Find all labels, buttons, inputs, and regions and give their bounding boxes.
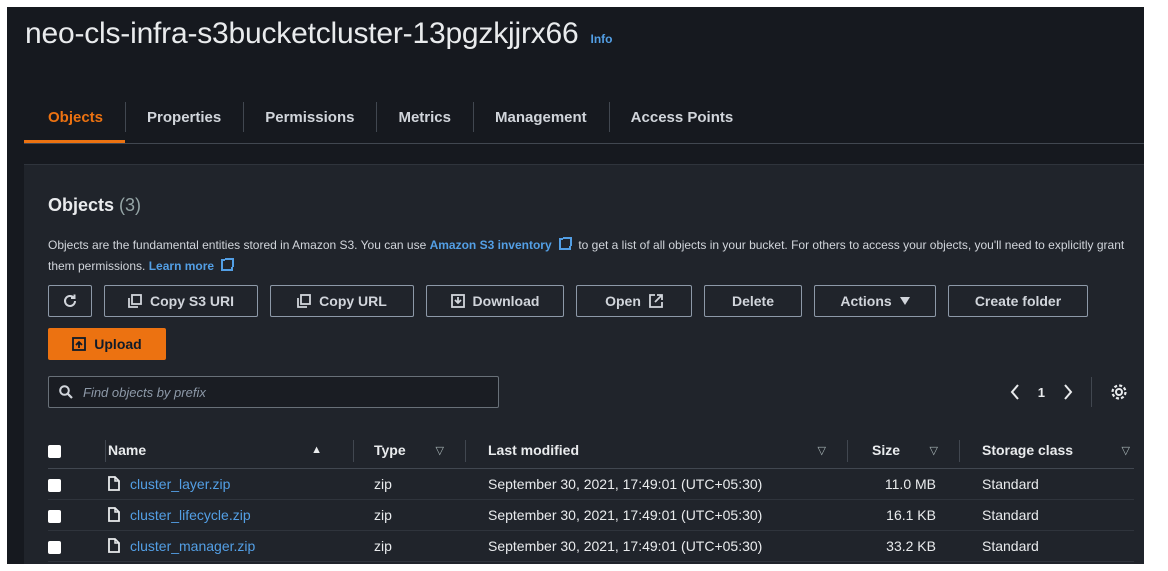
tab-objects[interactable]: Objects: [24, 91, 126, 143]
search-box: [48, 376, 499, 408]
refresh-icon: [62, 293, 78, 309]
learn-more-link[interactable]: Learn more: [149, 259, 214, 273]
type-column-header[interactable]: Type ▽: [354, 432, 466, 469]
last-modified-header-label: Last modified: [488, 442, 580, 458]
chevron-right-icon[interactable]: [1063, 384, 1073, 400]
upload-icon: [72, 337, 87, 351]
bucket-tabs: Objects Properties Permissions Metrics M…: [24, 91, 1144, 144]
object-name-link[interactable]: cluster_lifecycle.zip: [130, 507, 251, 523]
object-last-modified: September 30, 2021, 17:49:01 (UTC+05:30): [466, 530, 848, 562]
copy-icon: [297, 294, 312, 308]
object-type: zip: [354, 468, 466, 500]
tab-access-points[interactable]: Access Points: [608, 91, 756, 143]
last-modified-column-header[interactable]: Last modified ▽: [466, 432, 848, 469]
tab-management[interactable]: Management: [472, 91, 609, 143]
object-storage-class: Standard: [960, 530, 1134, 562]
objects-heading-label: Objects: [48, 195, 115, 215]
sort-icon: ▽: [817, 445, 826, 457]
storage-class-column-header[interactable]: Storage class ▽: [960, 432, 1134, 469]
open-label: Open: [605, 293, 641, 309]
copy-url-button[interactable]: Copy URL: [270, 285, 414, 317]
objects-count: (3): [119, 195, 142, 215]
gear-icon[interactable]: [1110, 383, 1128, 401]
object-type: zip: [354, 499, 466, 531]
objects-table: Name ▲ Type ▽ Last modified ▽ Size ▽ Sto…: [48, 432, 1134, 562]
actions-dropdown[interactable]: Actions: [814, 285, 936, 317]
row-checkbox[interactable]: [48, 540, 61, 554]
object-storage-class: Standard: [960, 468, 1134, 500]
objects-toolbar: Copy S3 URI Copy URL Download Open Delet…: [48, 285, 1088, 317]
tab-metrics[interactable]: Metrics: [376, 91, 473, 143]
table-row[interactable]: cluster_layer.zip zip September 30, 2021…: [48, 468, 1134, 500]
object-size: 11.0 MB: [848, 468, 960, 500]
upload-button[interactable]: Upload: [48, 328, 166, 360]
file-icon: [108, 476, 120, 491]
sort-icon: ▽: [435, 445, 444, 457]
pagination-divider: [1091, 377, 1092, 407]
table-row[interactable]: cluster_lifecycle.zip zip September 30, …: [48, 499, 1134, 531]
copy-url-label: Copy URL: [319, 293, 387, 309]
storage-class-header-label: Storage class: [982, 442, 1074, 458]
sort-icon: ▽: [929, 445, 938, 457]
s3-inventory-link[interactable]: Amazon S3 inventory: [430, 238, 552, 252]
name-column-header[interactable]: Name ▲: [106, 432, 354, 469]
row-checkbox[interactable]: [48, 478, 61, 492]
row-checkbox[interactable]: [48, 509, 61, 523]
info-link[interactable]: Info: [591, 32, 613, 46]
type-header-label: Type: [374, 442, 406, 458]
download-icon: [450, 294, 465, 308]
name-header-label: Name: [108, 442, 147, 458]
object-size: 16.1 KB: [848, 499, 960, 531]
select-all-checkbox[interactable]: [48, 444, 61, 458]
search-input[interactable]: [81, 383, 485, 401]
create-folder-label: Create folder: [974, 293, 1062, 309]
table-row[interactable]: cluster_manager.zip zip September 30, 20…: [48, 530, 1134, 562]
delete-button[interactable]: Delete: [704, 285, 802, 317]
object-name-link[interactable]: cluster_manager.zip: [130, 538, 255, 554]
page-header: neo-cls-infra-s3bucketcluster-13pgzkjjrx…: [25, 17, 613, 51]
objects-heading: Objects (3): [48, 195, 141, 216]
tab-properties[interactable]: Properties: [125, 91, 243, 143]
file-icon: [108, 507, 120, 522]
open-button[interactable]: Open: [576, 285, 692, 317]
object-storage-class: Standard: [960, 499, 1134, 531]
external-link-icon: [648, 294, 663, 308]
page-title: neo-cls-infra-s3bucketcluster-13pgzkjjrx…: [25, 17, 579, 50]
tab-permissions[interactable]: Permissions: [243, 91, 376, 143]
download-button[interactable]: Download: [426, 285, 564, 317]
object-name-link[interactable]: cluster_layer.zip: [130, 476, 230, 492]
object-type: zip: [354, 530, 466, 562]
external-link-icon: [221, 258, 235, 271]
search-icon: [59, 385, 73, 399]
sort-icon: ▽: [1121, 445, 1130, 457]
table-header-row: Name ▲ Type ▽ Last modified ▽ Size ▽ Sto…: [48, 432, 1134, 469]
upload-label: Upload: [94, 336, 142, 352]
external-link-icon: [558, 237, 572, 250]
object-last-modified: September 30, 2021, 17:49:01 (UTC+05:30): [466, 468, 848, 500]
file-icon: [108, 538, 120, 553]
pagination: 1: [1010, 377, 1128, 407]
refresh-button[interactable]: [48, 285, 92, 317]
objects-description: Objects are the fundamental entities sto…: [48, 235, 1128, 277]
select-all-header: [48, 432, 106, 469]
object-size: 33.2 KB: [848, 530, 960, 562]
object-last-modified: September 30, 2021, 17:49:01 (UTC+05:30): [466, 499, 848, 531]
delete-label: Delete: [731, 293, 775, 309]
chevron-left-icon[interactable]: [1010, 384, 1020, 400]
upload-row: Upload: [48, 328, 166, 360]
sort-ascending-icon: ▲: [311, 444, 322, 456]
caret-down-icon: [899, 297, 910, 305]
size-column-header[interactable]: Size ▽: [848, 432, 960, 469]
current-page[interactable]: 1: [1038, 385, 1045, 400]
desc-text-1: Objects are the fundamental entities sto…: [48, 238, 427, 252]
objects-panel: Objects (3) Objects are the fundamental …: [24, 164, 1144, 564]
size-header-label: Size: [872, 442, 901, 458]
s3-bucket-page: neo-cls-infra-s3bucketcluster-13pgzkjjrx…: [7, 7, 1144, 564]
download-label: Download: [472, 293, 540, 309]
copy-s3-uri-label: Copy S3 URI: [149, 293, 234, 309]
copy-s3-uri-button[interactable]: Copy S3 URI: [104, 285, 258, 317]
copy-icon: [128, 294, 142, 308]
create-folder-button[interactable]: Create folder: [948, 285, 1088, 317]
actions-label: Actions: [840, 293, 892, 309]
